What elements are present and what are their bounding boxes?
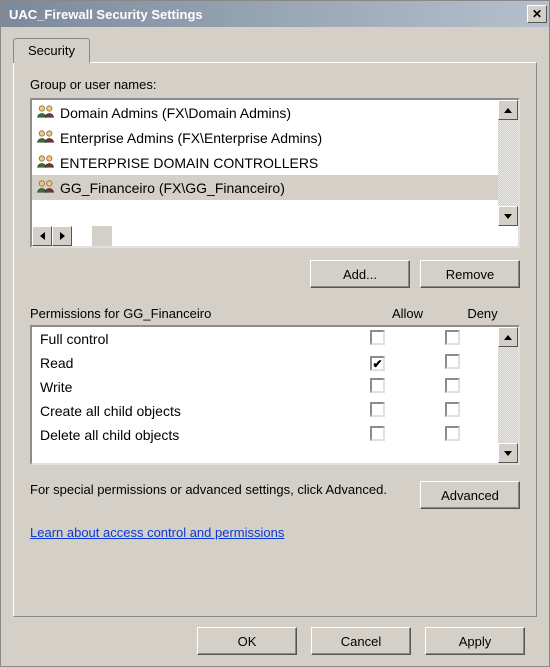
scroll-down-button[interactable]	[498, 206, 518, 226]
group-hscrollbar[interactable]	[32, 226, 72, 246]
chevron-down-icon	[504, 214, 512, 219]
window-title: UAC_Firewall Security Settings	[9, 7, 203, 22]
perm-vscrollbar[interactable]	[498, 327, 518, 463]
chevron-right-icon	[60, 232, 65, 240]
group-vscrollbar[interactable]	[498, 100, 518, 226]
group-list-item[interactable]: Enterprise Admins (FX\Enterprise Admins)	[32, 125, 498, 150]
chevron-left-icon	[40, 232, 45, 240]
group-name: ENTERPRISE DOMAIN CONTROLLERS	[60, 155, 318, 171]
group-list-item[interactable]: ENTERPRISE DOMAIN CONTROLLERS	[32, 150, 498, 175]
cancel-button-label: Cancel	[341, 634, 381, 649]
permission-name: Read	[40, 355, 340, 371]
advanced-button[interactable]: Advanced	[420, 481, 520, 509]
group-icon	[36, 178, 56, 197]
permission-name: Full control	[40, 331, 340, 347]
group-name: Enterprise Admins (FX\Enterprise Admins)	[60, 130, 322, 146]
allow-checkbox[interactable]	[370, 356, 385, 371]
scroll-up-button[interactable]	[498, 100, 518, 120]
add-button[interactable]: Add...	[310, 260, 410, 288]
tab-strip: Security	[13, 37, 537, 62]
deny-checkbox[interactable]	[445, 330, 460, 345]
tab-security-label: Security	[28, 43, 75, 58]
allow-checkbox[interactable]	[370, 330, 385, 345]
window-frame: UAC_Firewall Security Settings ✕ Securit…	[0, 0, 550, 667]
chevron-up-icon	[504, 335, 512, 340]
allow-checkbox[interactable]	[370, 378, 385, 393]
ok-button[interactable]: OK	[197, 627, 297, 655]
group-name: GG_Financeiro (FX\GG_Financeiro)	[60, 180, 285, 196]
add-button-label: Add...	[343, 267, 377, 282]
permissions-header: Permissions for GG_Financeiro Allow Deny	[30, 306, 520, 321]
scroll-right-button[interactable]	[52, 226, 72, 246]
group-name: Domain Admins (FX\Domain Admins)	[60, 105, 291, 121]
deny-checkbox[interactable]	[445, 378, 460, 393]
close-icon: ✕	[532, 7, 542, 21]
permission-name: Delete all child objects	[40, 427, 340, 443]
allow-column-header: Allow	[370, 306, 445, 321]
group-icon	[36, 153, 56, 172]
allow-checkbox[interactable]	[370, 426, 385, 441]
scroll-corner	[92, 226, 112, 246]
chevron-down-icon	[504, 451, 512, 456]
allow-checkbox[interactable]	[370, 402, 385, 417]
remove-button[interactable]: Remove	[420, 260, 520, 288]
learn-link-label: Learn about access control and permissio…	[30, 525, 284, 540]
close-button[interactable]: ✕	[527, 5, 547, 23]
group-icon	[36, 103, 56, 122]
chevron-up-icon	[504, 108, 512, 113]
cancel-button[interactable]: Cancel	[311, 627, 411, 655]
tab-security[interactable]: Security	[13, 38, 90, 63]
deny-checkbox[interactable]	[445, 402, 460, 417]
group-listbox[interactable]: Domain Admins (FX\Domain Admins) Enterpri…	[30, 98, 520, 248]
permissions-listbox: Full control Read Write Create all child ob…	[30, 325, 520, 465]
permissions-for-label: Permissions for GG_Financeiro	[30, 306, 370, 321]
group-list-label: Group or user names:	[30, 77, 520, 92]
apply-button[interactable]: Apply	[425, 627, 525, 655]
deny-checkbox[interactable]	[445, 426, 460, 441]
scroll-left-button[interactable]	[32, 226, 52, 246]
advanced-button-label: Advanced	[441, 488, 499, 503]
deny-checkbox[interactable]	[445, 354, 460, 369]
titlebar: UAC_Firewall Security Settings ✕	[1, 1, 549, 27]
permission-row: Read	[32, 351, 498, 375]
perm-scroll-down-button[interactable]	[498, 443, 518, 463]
client-area: Security Group or user names: Domain Adm…	[1, 27, 549, 666]
permission-row: Delete all child objects	[32, 423, 498, 447]
group-list-item[interactable]: Domain Admins (FX\Domain Admins)	[32, 100, 498, 125]
permission-row: Create all child objects	[32, 399, 498, 423]
group-list-item[interactable]: GG_Financeiro (FX\GG_Financeiro)	[32, 175, 498, 200]
ok-button-label: OK	[238, 634, 257, 649]
advanced-hint-text: For special permissions or advanced sett…	[30, 481, 408, 499]
remove-button-label: Remove	[446, 267, 494, 282]
perm-scroll-up-button[interactable]	[498, 327, 518, 347]
deny-column-header: Deny	[445, 306, 520, 321]
permission-row: Write	[32, 375, 498, 399]
apply-button-label: Apply	[459, 634, 492, 649]
learn-link[interactable]: Learn about access control and permissio…	[30, 525, 520, 540]
group-icon	[36, 128, 56, 147]
permission-row: Full control	[32, 327, 498, 351]
permission-name: Write	[40, 379, 340, 395]
tab-panel-security: Group or user names: Domain Admins (FX\D…	[13, 62, 537, 617]
permission-name: Create all child objects	[40, 403, 340, 419]
